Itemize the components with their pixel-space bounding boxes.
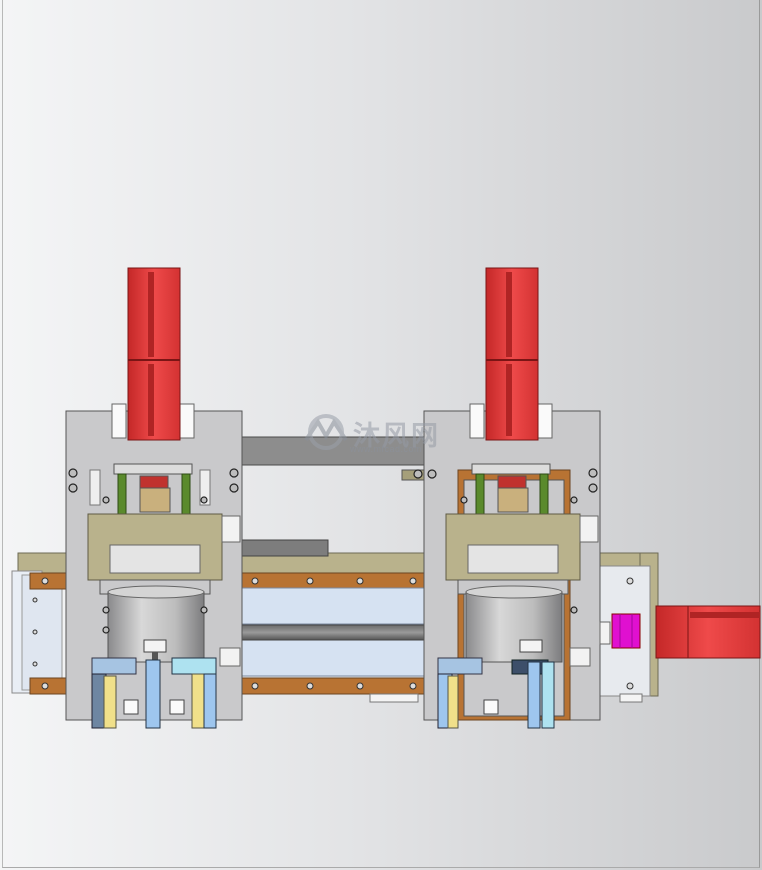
right-module	[423, 267, 611, 729]
watermark-url: www.mfcad.com	[350, 444, 423, 454]
left-module	[65, 267, 243, 729]
